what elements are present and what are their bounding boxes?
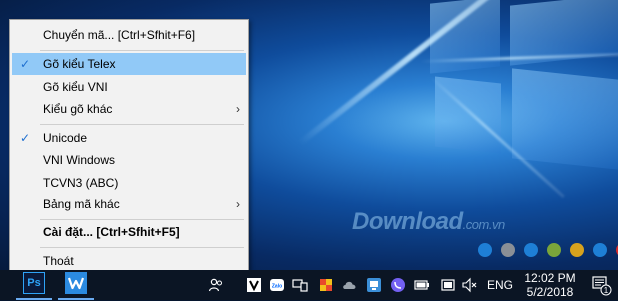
menu-item-label: VNI Windows — [43, 153, 116, 167]
chevron-right-icon: › — [236, 102, 240, 116]
menu-item-label: Chuyển mã... [Ctrl+Sfhit+F6] — [43, 28, 196, 42]
zalo-icon[interactable]: Zalo — [269, 277, 285, 293]
people-icon[interactable] — [208, 277, 224, 293]
menu-item-label: Thoát — [43, 254, 74, 268]
menu-item-kieu-go-khac[interactable]: Kiểu gõ khác › — [12, 98, 246, 120]
menu-item-label: Kiểu gõ khác — [43, 102, 113, 116]
watermark-dot — [570, 243, 584, 257]
menu-item-bang-ma-khac[interactable]: Bảng mã khác › — [12, 193, 246, 215]
onedrive-icon[interactable] — [342, 277, 358, 293]
menu-separator — [40, 50, 244, 51]
network-monitor-icon[interactable] — [366, 277, 382, 293]
watermark-dots — [478, 243, 618, 257]
vietkey-v-icon[interactable] — [246, 277, 262, 293]
menu-separator — [40, 247, 244, 248]
taskbar-app-photoshop[interactable]: Ps — [14, 270, 54, 300]
check-icon: ✓ — [19, 131, 31, 145]
menu-item-vni-windows[interactable]: VNI Windows — [12, 149, 246, 171]
unikey-context-menu: Chuyển mã... [Ctrl+Sfhit+F6] ✓ Gõ kiểu T… — [9, 19, 249, 273]
wps-writer-icon — [65, 272, 87, 294]
watermark-dot — [593, 243, 607, 257]
menu-item-label: Unicode — [43, 131, 88, 145]
watermark-suffix: .com.vn — [462, 217, 506, 232]
devices-icon[interactable] — [292, 277, 308, 293]
notification-count: 1 — [604, 286, 609, 295]
clock-date: 5/2/2018 — [526, 285, 574, 299]
menu-item-label: Gõ kiểu VNI — [43, 80, 108, 94]
menu-separator — [40, 219, 244, 220]
menu-item-chuyen-ma[interactable]: Chuyển mã... [Ctrl+Sfhit+F6] — [12, 24, 246, 46]
menu-item-cai-dat[interactable]: Cài đặt... [Ctrl+Sfhit+F5] — [12, 221, 246, 243]
menu-separator — [40, 124, 244, 125]
menu-item-go-kieu-vni[interactable]: Gõ kiểu VNI — [12, 76, 246, 98]
menu-item-unicode[interactable]: ✓ Unicode — [12, 127, 246, 149]
menu-item-label: Bảng mã khác — [43, 197, 120, 211]
watermark-logo: Download.com.vn — [352, 208, 505, 236]
taskbar-app-wps-writer[interactable] — [56, 270, 96, 300]
shield-icon[interactable] — [318, 277, 334, 293]
watermark-dot — [547, 243, 561, 257]
wallpaper-window-pane — [512, 68, 618, 170]
menu-item-label: Gõ kiểu Telex — [43, 57, 116, 71]
menu-item-thoat[interactable]: Thoát — [12, 250, 246, 272]
watermark-text: Download — [352, 208, 463, 235]
watermark-dot — [524, 243, 538, 257]
viber-icon[interactable] — [390, 277, 406, 293]
photoshop-icon: Ps — [23, 272, 45, 294]
svg-text:Zalo: Zalo — [272, 284, 282, 290]
input-language-indicator[interactable]: ENG — [487, 270, 513, 300]
menu-item-go-kieu-telex[interactable]: ✓ Gõ kiểu Telex — [12, 53, 246, 75]
menu-item-tcvn3[interactable]: TCVN3 (ABC) — [12, 172, 246, 194]
battery-icon[interactable] — [414, 277, 430, 293]
action-center-icon[interactable]: 1 — [590, 274, 612, 296]
system-clock[interactable]: 12:02 PM 5/2/2018 — [520, 271, 580, 299]
menu-item-label: TCVN3 (ABC) — [43, 176, 119, 190]
watermark-dot — [478, 243, 492, 257]
chevron-right-icon: › — [236, 197, 240, 211]
clock-time: 12:02 PM — [524, 271, 576, 285]
menu-item-label: Cài đặt... [Ctrl+Sfhit+F5] — [43, 225, 180, 239]
watermark-dot — [501, 243, 515, 257]
taskbar: Ps Zalo ENG 12:02 PM 5/2/2018 1 — [0, 270, 618, 300]
display-icon[interactable] — [440, 277, 456, 293]
check-icon: ✓ — [19, 57, 31, 71]
volume-muted-icon[interactable] — [462, 277, 478, 293]
